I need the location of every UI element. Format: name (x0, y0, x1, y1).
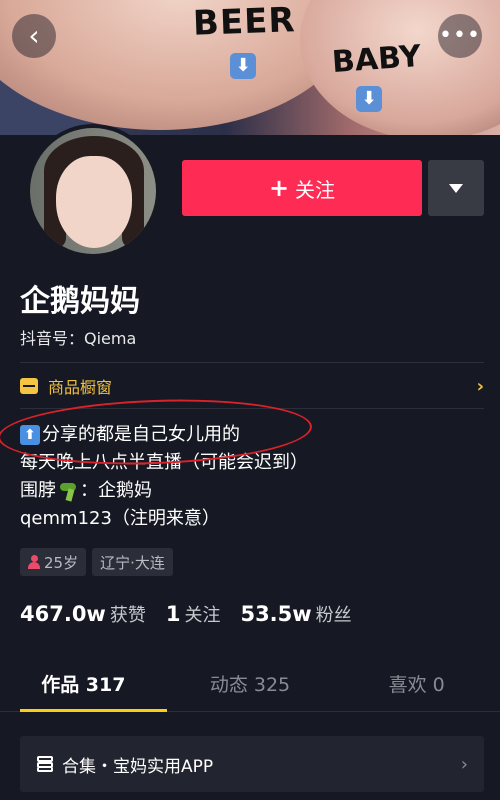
bio-text: ：企鹅妈 (80, 480, 152, 501)
bio-line: 围脖 ：企鹅妈 (20, 477, 480, 505)
triangle-down-icon (449, 183, 463, 193)
plus-icon: + (268, 174, 290, 202)
content-tabs: 作品 317 动态 325 喜欢 0 (0, 660, 500, 712)
tab-likes[interactable]: 喜欢 0 (333, 660, 500, 711)
cover-text-baby: BABY (330, 38, 423, 81)
douyin-id: 抖音号：Qiema (20, 329, 137, 348)
cover-text-beer: BEER (192, 0, 297, 44)
tab-works[interactable]: 作品 317 (0, 660, 167, 712)
bio-text: 围脖 (20, 480, 56, 501)
following-label[interactable]: 关注 (184, 601, 220, 627)
location-tag: 辽宁·大连 (92, 548, 173, 576)
follow-button[interactable]: + 关注 (182, 160, 422, 216)
more-dots-icon: ••• (439, 23, 481, 48)
bio-line: qemm123（注明来意） (20, 508, 220, 529)
scarf-icon (58, 481, 78, 501)
more-options-button[interactable]: ••• (438, 14, 482, 58)
follow-label: 关注 (295, 177, 336, 202)
back-button[interactable]: ‹ (12, 14, 56, 58)
recommend-dropdown-button[interactable] (428, 160, 484, 216)
female-icon (28, 555, 40, 569)
profile-cover-image: BEER ⬇ BABY ⬇ (0, 0, 500, 135)
followers-count[interactable]: 53.5w (240, 602, 311, 626)
shop-icon (20, 378, 38, 394)
chevron-right-icon: › (476, 375, 484, 397)
profile-name: 企鹅妈妈 (20, 284, 140, 319)
divider (20, 362, 484, 363)
profile-stats: 467.0w 获赞 1 关注 53.5w 粉丝 (20, 601, 372, 627)
collection-link[interactable]: 合集・宝妈实用APP › (20, 736, 484, 792)
layers-icon (36, 755, 54, 773)
profile-tags: 25岁 辽宁·大连 (20, 548, 173, 576)
shop-window-label: 商品橱窗 (48, 378, 113, 397)
avatar[interactable] (26, 124, 160, 258)
age-tag: 25岁 (20, 548, 87, 576)
likes-count: 467.0w (20, 602, 106, 626)
collection-label: 合集・宝妈实用APP (62, 756, 214, 777)
tab-posts[interactable]: 动态 325 (167, 660, 334, 711)
down-arrow-icon: ⬇ (230, 53, 256, 79)
chevron-left-icon: ‹ (28, 19, 40, 52)
chevron-right-icon: › (460, 753, 468, 775)
shop-window-link[interactable]: 商品橱窗 › (20, 364, 484, 408)
likes-label: 获赞 (109, 605, 146, 626)
down-arrow-icon: ⬇ (356, 86, 382, 112)
following-count[interactable]: 1 (166, 602, 181, 626)
followers-label[interactable]: 粉丝 (316, 601, 352, 627)
